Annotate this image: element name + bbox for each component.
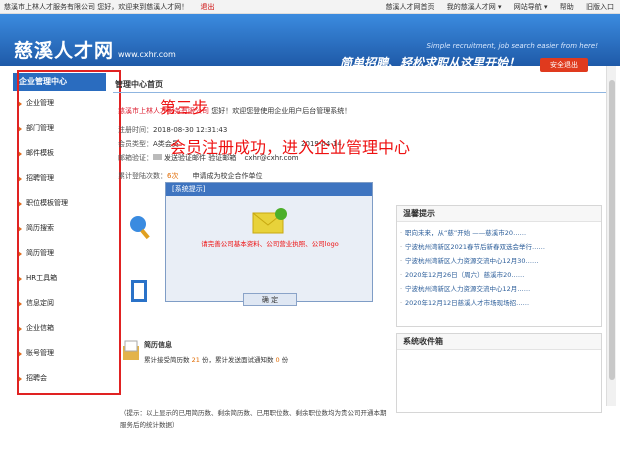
site-header: 慈溪人才网 www.cxhr.com Simple recruitment, jo… bbox=[0, 14, 620, 72]
title-divider bbox=[113, 92, 607, 93]
home-link[interactable]: 慈溪人才网首页 bbox=[386, 3, 435, 11]
page: 慈溪市上林人才服务有限公司 您好，欢迎来到慈溪人才网！ 退出 慈溪人才网首页 我… bbox=[0, 0, 620, 455]
reg-time-value: 2018-08-30 12:31:43 bbox=[153, 126, 228, 134]
tips-title: 温馨提示 bbox=[397, 206, 601, 222]
annotation-box bbox=[17, 70, 121, 395]
news-item[interactable]: 2020年12月26日（周六）慈溪市20…… bbox=[397, 268, 601, 282]
system-dialog: [系统提示] 请完善公司基本资料、公司营业执照、公司logo 确 定 bbox=[165, 182, 373, 306]
company-name: 慈溪市上林人才服务有限公司 bbox=[4, 3, 95, 11]
mail-alert-icon bbox=[252, 208, 287, 234]
safe-exit-button[interactable]: 安全退出 bbox=[540, 58, 588, 72]
document-icon bbox=[131, 280, 147, 302]
dialog-title: [系统提示] bbox=[166, 183, 372, 196]
slogan-english: Simple recruitment, job search easier fr… bbox=[426, 42, 598, 50]
stats-tip: （提示：以上显示的已用简历数、剩余简历数、已用职位数、剩余职位数均为贵公司开通本… bbox=[120, 409, 387, 429]
interview-count: 0 bbox=[275, 356, 280, 364]
old-version-link[interactable]: 旧版入口 bbox=[586, 3, 614, 11]
school-enterprise-link[interactable]: 申请成为校企合作单位 bbox=[192, 172, 262, 180]
login-count: 6次 bbox=[167, 172, 179, 180]
scrollbar-thumb[interactable] bbox=[609, 80, 615, 380]
system-inbox-panel: 系统收件箱 bbox=[396, 333, 602, 413]
welcome-line: 慈溪市上林人才服务有限公司 您好！欢迎您登使用企业用户后台管理系统！ bbox=[118, 106, 351, 116]
received-count: 21 bbox=[191, 356, 200, 364]
confirm-button[interactable]: 确 定 bbox=[243, 293, 297, 306]
dialog-message: 请完善公司基本资料、公司营业执照、公司logo bbox=[201, 240, 339, 248]
news-item[interactable]: 2020年12月12日慈溪人才市场现场招…… bbox=[397, 296, 601, 310]
tips-panel: 温馨提示 职向未来，从“慈”开始 ——慈溪市20…… 宁波杭州湾新区2021春节… bbox=[396, 205, 602, 327]
news-item[interactable]: 宁波杭州湾新区人力资源交流中心12月…… bbox=[397, 282, 601, 296]
scrollbar[interactable] bbox=[606, 66, 616, 406]
help-link[interactable]: 帮助 bbox=[560, 3, 574, 11]
annotation-note: 会员注册成功，进入企业管理中心 bbox=[170, 138, 411, 157]
greeting: 您好，欢迎来到慈溪人才网！ bbox=[97, 3, 189, 11]
top-bar: 慈溪市上林人才服务有限公司 您好，欢迎来到慈溪人才网！ 退出 慈溪人才网首页 我… bbox=[0, 0, 620, 14]
resume-stats: 累计接受简历数 21 份，累计发送面试通知数 0 份 bbox=[144, 356, 289, 364]
site-logo[interactable]: 慈溪人才网 www.cxhr.com bbox=[14, 36, 176, 63]
login-row: 累计登陆次数：6次 申请成为校企合作单位 bbox=[118, 172, 263, 180]
news-item[interactable]: 职向未来，从“慈”开始 ——慈溪市20…… bbox=[397, 226, 601, 240]
logout-link[interactable]: 退出 bbox=[200, 3, 214, 11]
resume-title: 简历信息 bbox=[144, 341, 172, 349]
resume-icon bbox=[123, 340, 139, 360]
my-account-menu[interactable]: 我的慈溪人才网 ▾ bbox=[447, 3, 502, 11]
welcome-text: 您好！欢迎您登使用企业用户后台管理系统！ bbox=[211, 107, 352, 115]
site-url: www.cxhr.com bbox=[118, 50, 176, 59]
annotation-step: 第三步 bbox=[160, 98, 209, 117]
search-person-icon bbox=[130, 216, 150, 240]
page-title: 管理中心首页 bbox=[115, 80, 163, 89]
envelope-icon bbox=[153, 154, 162, 160]
inbox-title: 系统收件箱 bbox=[397, 334, 601, 350]
news-item[interactable]: 宁波杭州湾新区2021春节后新春双选会举行…… bbox=[397, 240, 601, 254]
slogan: 简单招聘、轻松求职从这里开始！ bbox=[340, 56, 521, 70]
news-item[interactable]: 宁波杭州湾新区人力资源交流中心12月30…… bbox=[397, 254, 601, 268]
site-nav-menu[interactable]: 网站导航 ▾ bbox=[514, 3, 548, 11]
